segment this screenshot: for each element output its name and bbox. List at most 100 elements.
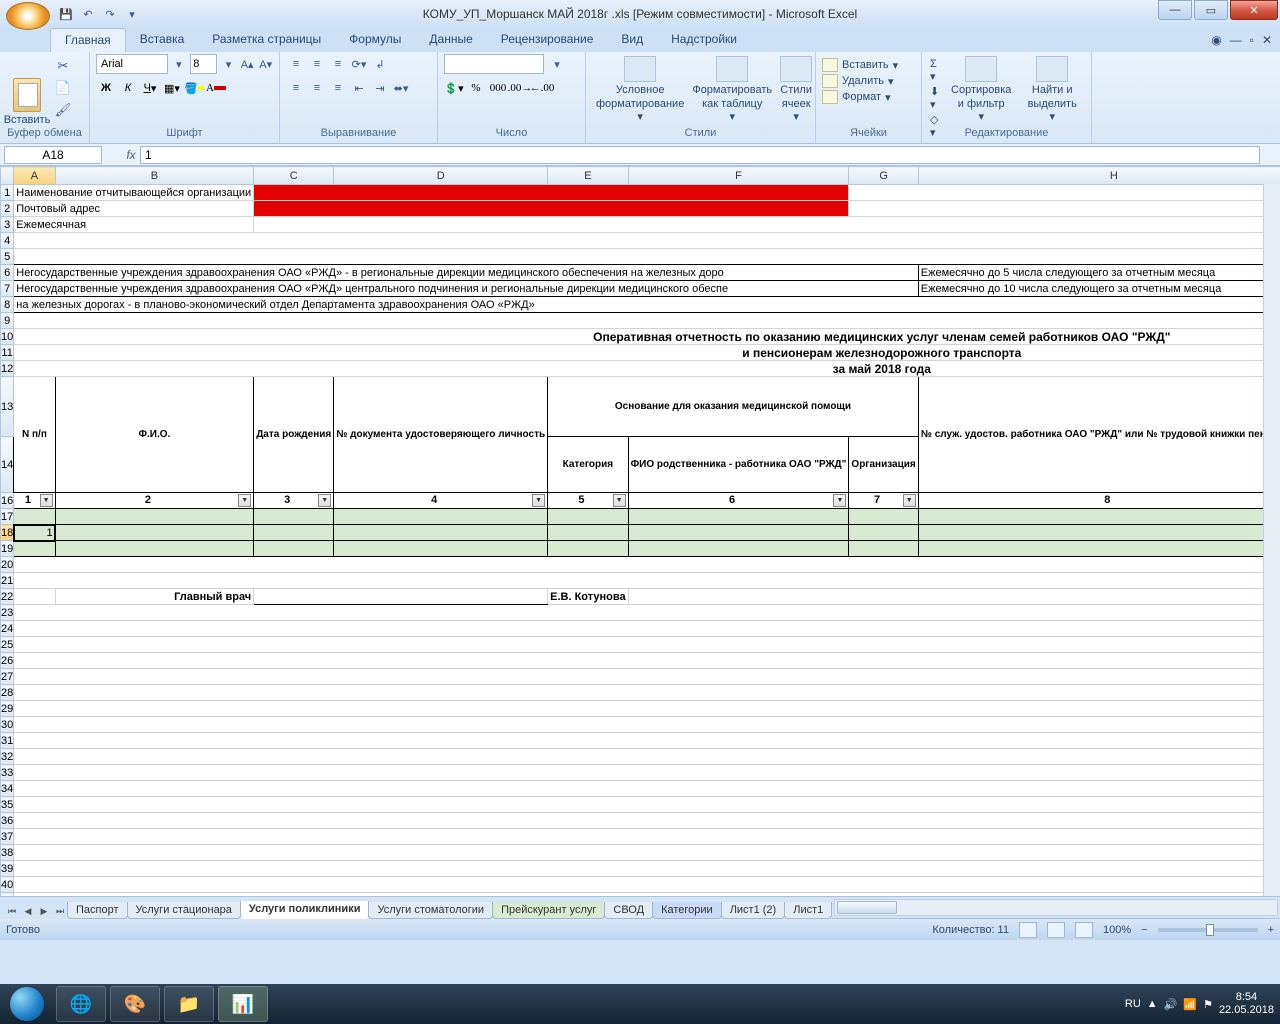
view-normal-icon[interactable] (1019, 922, 1037, 938)
th-category[interactable]: Категория (548, 437, 629, 493)
redo-icon[interactable]: ↷ (100, 5, 120, 23)
cell[interactable]: Негосударственные учреждения здравоохран… (14, 281, 919, 297)
align-top-icon[interactable]: ≡ (286, 54, 306, 74)
tab-nav-next-icon[interactable]: ▶ (36, 903, 52, 919)
tray-network-icon[interactable]: 📶 (1183, 998, 1197, 1011)
col-num[interactable]: 8▼ (918, 493, 1280, 509)
view-page-layout-icon[interactable] (1047, 922, 1065, 938)
sheet-tab-active[interactable]: Услуги поликлиники (240, 901, 370, 919)
row-header[interactable]: 19 (1, 541, 14, 557)
col-num[interactable]: 1▼ (14, 493, 55, 509)
tray-lang[interactable]: RU (1125, 998, 1141, 1010)
signature-name[interactable]: Е.В. Котунова (548, 589, 629, 605)
taskbar-chrome[interactable]: 🌐 (56, 986, 106, 1022)
tab-home[interactable]: Главная (50, 28, 126, 52)
row-header[interactable]: 38 (1, 845, 14, 861)
row-header[interactable]: 14 (1, 437, 14, 493)
align-right-icon[interactable]: ≡ (328, 78, 348, 98)
row-header[interactable]: 13 (1, 377, 14, 437)
number-dropdown-icon[interactable]: ▾ (548, 55, 566, 73)
col-num[interactable]: 6▼ (628, 493, 849, 509)
sheet-tab[interactable]: Прейскурант услуг (492, 902, 605, 919)
help-icon[interactable]: ◉ (1211, 33, 1221, 47)
row-header[interactable]: 34 (1, 781, 14, 797)
row-header[interactable]: 9 (1, 313, 14, 329)
cell[interactable]: Наименование отчитывающейся организации (14, 185, 254, 201)
col-header[interactable]: C (254, 167, 334, 185)
filter-icon[interactable]: ▼ (903, 494, 916, 507)
report-title-1[interactable]: Оперативная отчетность по оказанию медиц… (14, 329, 1280, 345)
row-header[interactable]: 41 (1, 893, 14, 897)
zoom-in-icon[interactable]: + (1268, 924, 1274, 936)
delete-cells-button[interactable]: Удалить ▾ (822, 74, 915, 88)
indent-dec-icon[interactable]: ⇤ (349, 78, 369, 98)
cell-redacted[interactable] (254, 185, 849, 201)
wrap-text-icon[interactable]: ↲ (370, 54, 390, 74)
format-painter-icon[interactable]: 🖌 (52, 102, 74, 122)
row-header[interactable]: 31 (1, 733, 14, 749)
ribbon-minimize-icon[interactable]: — (1230, 33, 1242, 47)
filter-icon[interactable]: ▼ (238, 494, 251, 507)
zoom-level[interactable]: 100% (1103, 924, 1131, 936)
row-header[interactable]: 22 (1, 589, 14, 605)
cell[interactable]: Ежемесячно до 10 числа следующего за отч… (918, 281, 1280, 297)
tab-data[interactable]: Данные (415, 28, 486, 52)
row-header[interactable]: 21 (1, 573, 14, 589)
tab-page-layout[interactable]: Разметка страницы (198, 28, 335, 52)
align-bottom-icon[interactable]: ≡ (328, 54, 348, 74)
insert-cells-button[interactable]: Вставить ▾ (822, 58, 915, 72)
row-header[interactable]: 6 (1, 265, 14, 281)
minimize-button[interactable]: — (1158, 0, 1192, 20)
vertical-scrollbar[interactable] (1263, 184, 1280, 896)
zoom-slider[interactable] (1158, 928, 1258, 932)
align-center-icon[interactable]: ≡ (307, 78, 327, 98)
sheet-tab[interactable]: Категории (652, 902, 722, 919)
tab-nav-prev-icon[interactable]: ◀ (20, 903, 36, 919)
row-header[interactable]: 5 (1, 249, 14, 265)
paste-button[interactable]: Вставить (6, 54, 48, 126)
tray-clock[interactable]: 8:54 22.05.2018 (1219, 991, 1274, 1017)
cell-styles-button[interactable]: Стили ячеек▾ (776, 54, 816, 126)
row-header[interactable]: 18 (1, 525, 14, 541)
merge-center-icon[interactable]: ⬌▾ (391, 78, 411, 98)
sheet-tab[interactable]: Паспорт (67, 902, 128, 919)
italic-button[interactable]: К (118, 78, 138, 98)
row-header[interactable]: 4 (1, 233, 14, 249)
sheet-tab[interactable]: СВОД (604, 902, 653, 919)
number-format-selector[interactable] (444, 54, 544, 74)
sheet-tab[interactable]: Услуги стоматологии (368, 902, 493, 919)
orientation-icon[interactable]: ⟳▾ (349, 54, 369, 74)
filter-icon[interactable]: ▼ (833, 494, 846, 507)
fx-icon[interactable]: fx (122, 148, 140, 162)
row-header[interactable]: 25 (1, 637, 14, 653)
find-select-button[interactable]: Найти и выделить▾ (1019, 54, 1085, 126)
cell[interactable]: Ежемесячная (14, 217, 254, 233)
shrink-font-icon[interactable]: A▾ (258, 55, 273, 73)
tab-nav-first-icon[interactable]: ⏮ (4, 903, 20, 919)
conditional-formatting-button[interactable]: Условное форматирование▾ (592, 54, 688, 126)
ribbon-close-icon[interactable]: ✕ (1262, 33, 1272, 47)
indent-inc-icon[interactable]: ⇥ (370, 78, 390, 98)
undo-icon[interactable]: ↶ (78, 5, 98, 23)
row-header[interactable]: 36 (1, 813, 14, 829)
th-npp[interactable]: N п/п (14, 377, 55, 493)
report-title-3[interactable]: за май 2018 года (14, 361, 1280, 377)
font-color-button[interactable]: A (206, 78, 226, 98)
copy-icon[interactable]: 📄 (52, 80, 74, 100)
format-cells-button[interactable]: Формат ▾ (822, 90, 915, 104)
office-button[interactable] (6, 2, 50, 30)
grow-font-icon[interactable]: A▴ (240, 55, 255, 73)
tab-nav-last-icon[interactable]: ⏭ (52, 903, 68, 919)
format-as-table-button[interactable]: Форматировать как таблицу▾ (688, 54, 776, 126)
cell[interactable]: Негосударственные учреждения здравоохран… (14, 265, 919, 281)
font-dropdown-icon[interactable]: ▾ (172, 55, 187, 73)
col-header[interactable]: E (548, 167, 629, 185)
row-header[interactable]: 20 (1, 557, 14, 573)
col-num[interactable]: 3▼ (254, 493, 334, 509)
signature-role[interactable]: Главный врач (55, 589, 254, 605)
row-header[interactable]: 39 (1, 861, 14, 877)
col-header[interactable]: G (849, 167, 918, 185)
start-button[interactable] (0, 984, 54, 1024)
autosum-button[interactable]: Σ ▾ (930, 58, 941, 83)
row-header[interactable]: 30 (1, 717, 14, 733)
